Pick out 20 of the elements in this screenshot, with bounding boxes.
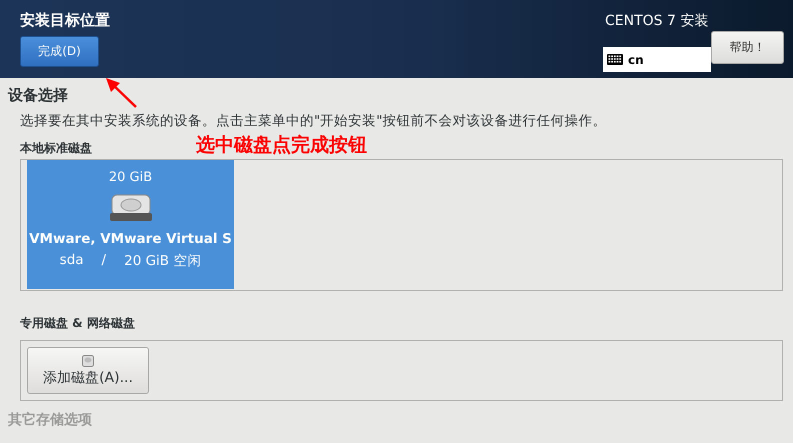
help-button[interactable]: 帮助！ [711,31,784,64]
annotation-arrow [104,76,138,109]
disk-size: 20 GiB [108,170,152,185]
hard-disk-icon [108,193,152,223]
product-title: CENTOS 7 安装 [605,12,710,30]
separator: / [102,252,106,270]
keyboard-layout-field[interactable]: cn [603,47,711,72]
subsection-heading: 本地标准磁盘 [20,140,92,157]
add-disk-button[interactable]: 添加磁盘(A)... [27,347,149,394]
description: 选择要在其中安装系统的设备。点击主菜单中的"开始安装"按钮前不会对该设备进行任何操作。 [20,112,608,130]
subsection-heading: 专用磁盘 & 网络磁盘 [20,315,135,332]
annotation-text: 选中磁盘点完成按钮 [196,133,367,158]
done-button[interactable]: 完成(D) [20,36,99,67]
disk-name: VMware, VMware Virtual S [29,231,232,247]
window-title: 安装目标位置 [20,11,110,30]
free-space: 20 GiB 空闲 [124,252,202,270]
section-heading: 设备选择 [8,86,68,105]
keyboard-icon [607,54,623,65]
device-name: sda [60,252,84,270]
section-heading: 其它存储选项 [8,411,92,429]
